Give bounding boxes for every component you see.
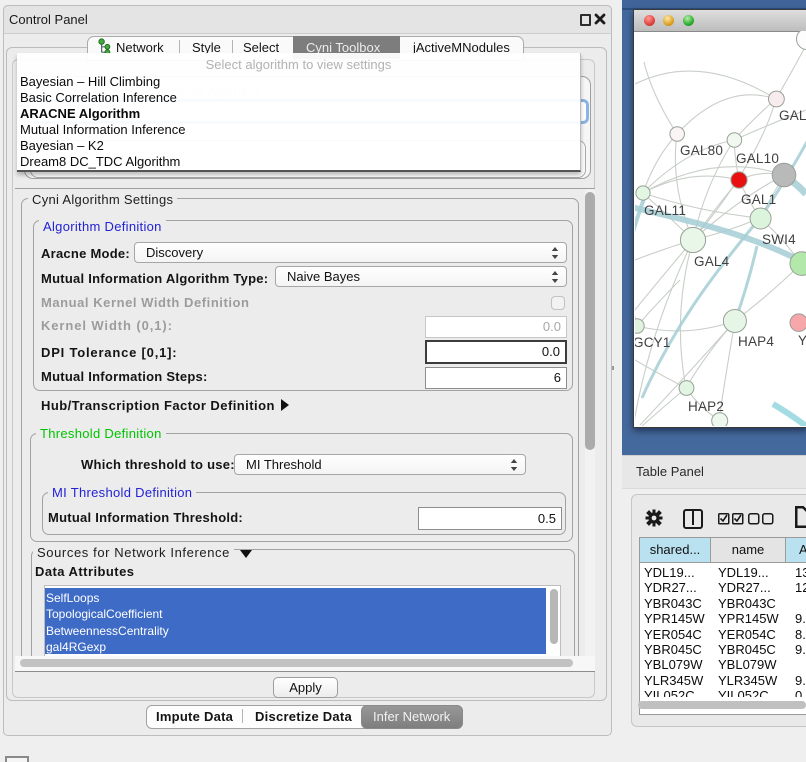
svg-text:GAL4: GAL4 xyxy=(694,254,730,269)
svg-text:GAL10: GAL10 xyxy=(736,151,779,166)
svg-text:HAP2: HAP2 xyxy=(688,399,724,414)
svg-text:YE: YE xyxy=(798,333,806,348)
svg-text:GAL1: GAL1 xyxy=(741,192,776,207)
svg-text:GCY1: GCY1 xyxy=(635,335,671,350)
svg-text:GAL11: GAL11 xyxy=(644,203,686,218)
svg-text:SWI4: SWI4 xyxy=(762,232,796,247)
svg-text:GAL80: GAL80 xyxy=(680,143,723,158)
svg-text:HAP4: HAP4 xyxy=(738,334,774,349)
svg-text:GAL7: GAL7 xyxy=(779,108,806,123)
